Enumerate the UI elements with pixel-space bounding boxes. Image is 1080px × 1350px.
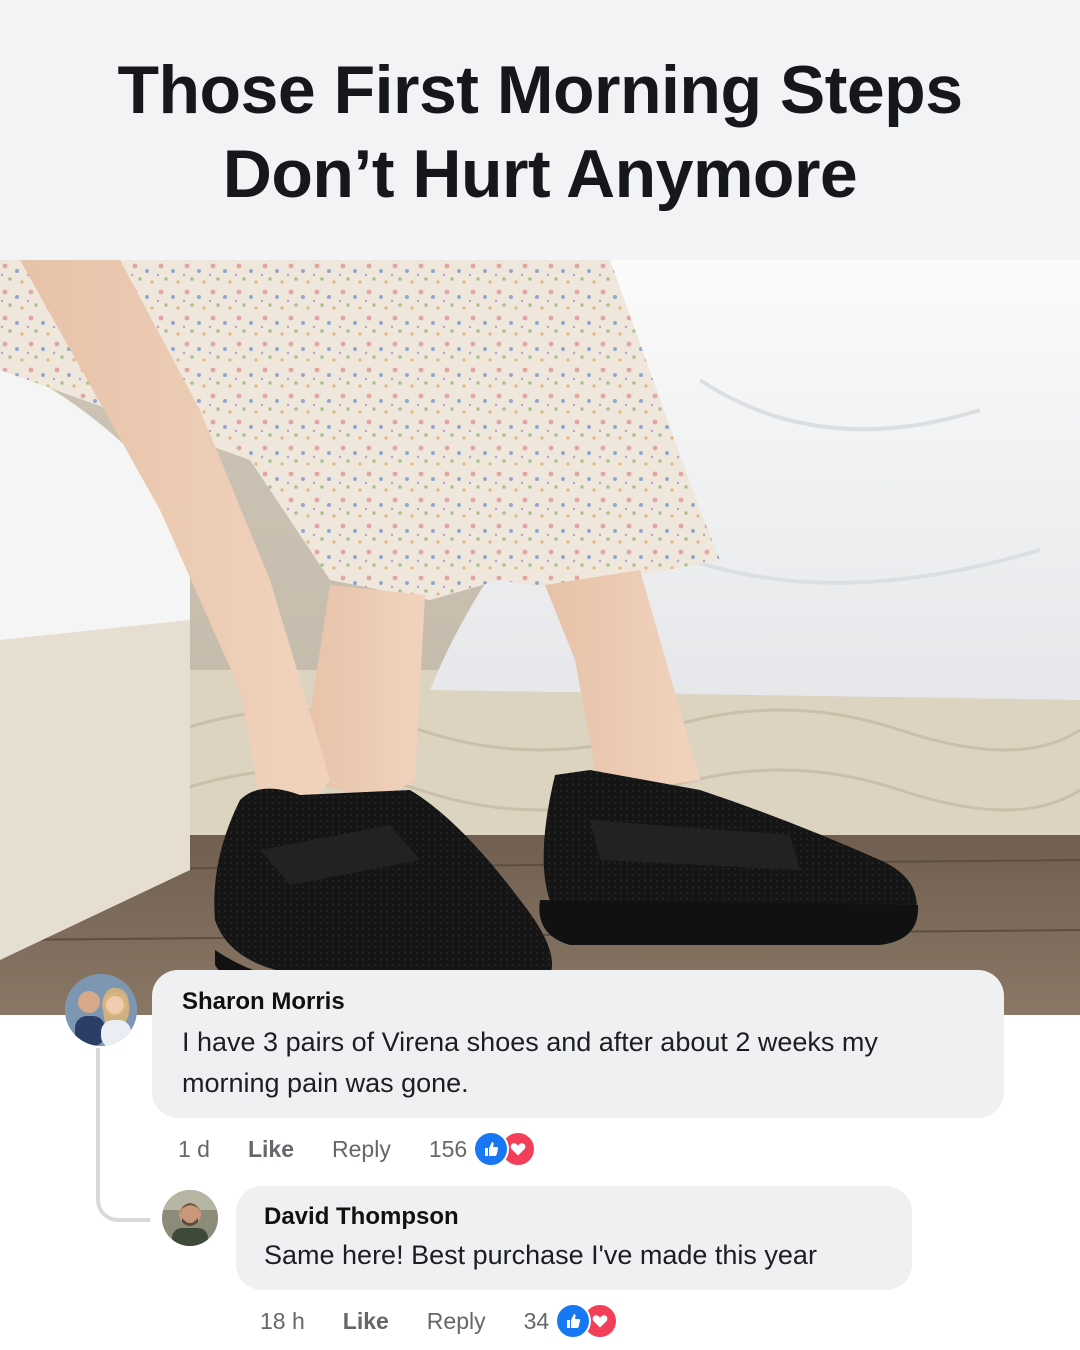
- reply-link[interactable]: Reply: [332, 1136, 391, 1163]
- reply-link[interactable]: Reply: [427, 1308, 486, 1335]
- reaction-summary[interactable]: [555, 1303, 619, 1339]
- comment-timestamp[interactable]: 1 d: [178, 1136, 210, 1163]
- like-reaction-icon: [473, 1131, 510, 1167]
- like-link[interactable]: Like: [343, 1308, 389, 1335]
- headline: Those First Morning Steps Don’t Hurt Any…: [0, 48, 1080, 216]
- comment-author[interactable]: Sharon Morris: [182, 987, 982, 1017]
- comment-text-line-1: I have 3 pairs of Virena shoes and after…: [182, 1027, 878, 1057]
- comment-text: Same here! Best purchase I've made this …: [264, 1240, 817, 1270]
- avatar-photo: [65, 974, 137, 1046]
- product-photo: [0, 260, 1080, 1015]
- comment-bubble-1: Sharon Morris I have 3 pairs of Virena s…: [152, 970, 1004, 1118]
- avatar-david-thompson[interactable]: [162, 1190, 218, 1246]
- comment-actions-1: 1 d Like Reply 156: [178, 1131, 537, 1167]
- comment-actions-2: 18 h Like Reply 34: [260, 1303, 619, 1339]
- avatar-sharon-morris[interactable]: [65, 974, 137, 1046]
- comment-bubble-2: David Thompson Same here! Best purchase …: [236, 1186, 912, 1290]
- comment-author[interactable]: David Thompson: [264, 1202, 904, 1232]
- like-reaction-icon: [555, 1303, 592, 1339]
- reaction-count[interactable]: 156: [429, 1136, 467, 1163]
- avatar-photo: [162, 1190, 218, 1246]
- headline-line-1: Those First Morning Steps: [117, 52, 963, 128]
- reply-thread-line: [96, 1048, 150, 1222]
- headline-line-2: Don’t Hurt Anymore: [222, 136, 858, 212]
- reaction-summary[interactable]: [473, 1131, 537, 1167]
- comment-text-line-2: morning pain was gone.: [182, 1068, 469, 1098]
- like-link[interactable]: Like: [248, 1136, 294, 1163]
- reaction-count[interactable]: 34: [524, 1308, 550, 1335]
- comment-timestamp[interactable]: 18 h: [260, 1308, 305, 1335]
